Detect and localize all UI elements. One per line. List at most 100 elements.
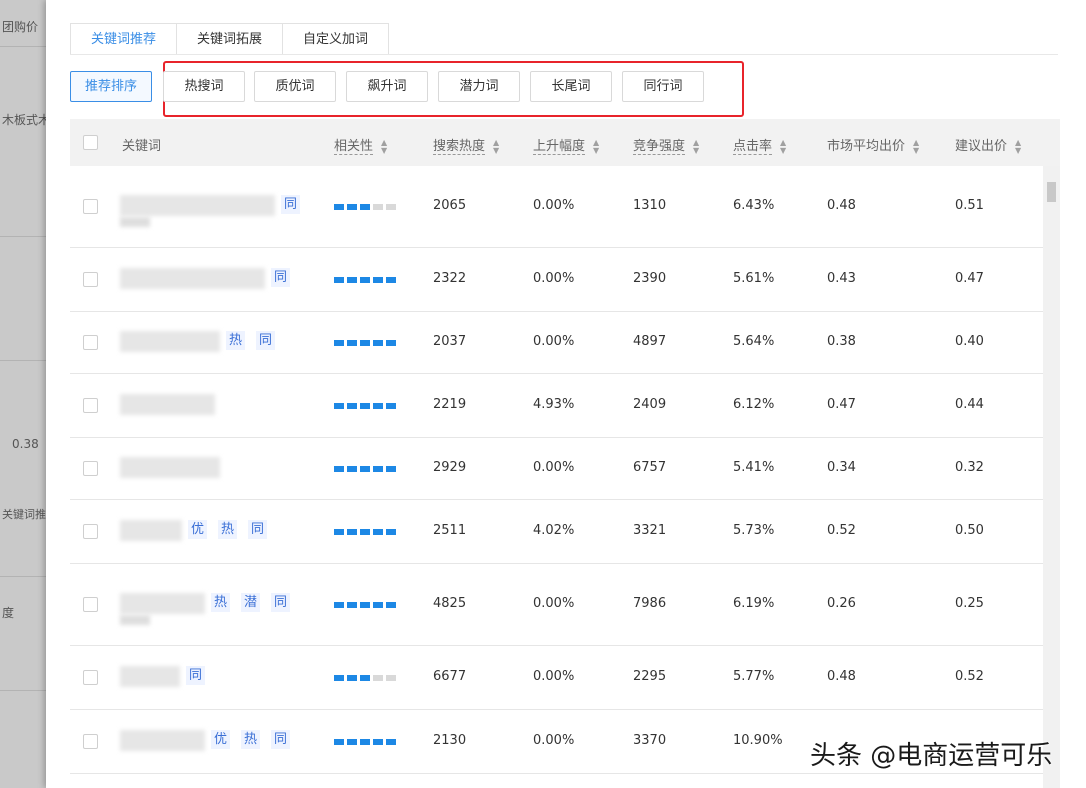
relevance-bar [334, 466, 396, 472]
table-row[interactable]: 热同 2037 0.00% 4897 5.64% 0.38 0.40 [70, 312, 1044, 374]
keyword-redacted [120, 593, 205, 614]
row-checkbox[interactable] [83, 272, 98, 287]
bg-divider [0, 690, 46, 691]
relevance-segment [386, 675, 396, 681]
keyword-tag: 优 [188, 520, 208, 539]
ctr-cell: 5.64% [733, 334, 775, 349]
relevance-segment [334, 466, 344, 472]
keyword-redacted [120, 615, 150, 625]
keyword-tag: 同 [271, 268, 291, 287]
row-checkbox[interactable] [83, 597, 98, 612]
competition-cell: 7986 [633, 596, 667, 611]
tab-bar: 关键词推荐 关键词拓展 自定义加词 [70, 23, 390, 55]
rise-cell: 4.02% [533, 523, 575, 538]
table-row[interactable]: 2929 0.00% 6757 5.41% 0.34 0.32 [70, 438, 1044, 500]
keyword-tag: 热 [211, 593, 231, 612]
relevance-segment [373, 675, 383, 681]
avg-bid-cell: 0.43 [827, 271, 856, 286]
sort-icon[interactable]: ▲ ▼ [693, 138, 699, 155]
header-keyword: 关键词 [122, 139, 162, 154]
row-checkbox[interactable] [83, 199, 98, 214]
search-heat-cell: 2929 [433, 460, 467, 475]
table-row[interactable]: 同 2065 0.00% 1310 6.43% 0.48 0.51 [70, 166, 1044, 248]
ctr-cell: 5.61% [733, 271, 775, 286]
relevance-segment [386, 529, 396, 535]
ctr-cell: 5.41% [733, 460, 775, 475]
sort-icon[interactable]: ▲ ▼ [593, 138, 599, 155]
relevance-segment [360, 403, 370, 409]
bg-divider [0, 576, 46, 577]
table-row[interactable]: 同 2322 0.00% 2390 5.61% 0.43 0.47 [70, 248, 1044, 312]
header-search-heat[interactable]: 搜索热度 ▲ ▼ [433, 135, 499, 155]
filter-peer-button[interactable]: 同行词 [622, 71, 704, 102]
header-avg-bid[interactable]: 市场平均出价 ▲ ▼ [827, 135, 919, 155]
filter-long-tail-button[interactable]: 长尾词 [530, 71, 612, 102]
bg-text: 关键词推荐 [2, 508, 46, 521]
row-checkbox[interactable] [83, 734, 98, 749]
keyword-redacted [120, 217, 150, 227]
relevance-segment [386, 277, 396, 283]
tab-keyword-expand[interactable]: 关键词拓展 [177, 23, 284, 55]
relevance-segment [360, 340, 370, 346]
tab-custom-add[interactable]: 自定义加词 [283, 23, 390, 55]
row-checkbox[interactable] [83, 335, 98, 350]
table-scrollbar[interactable] [1043, 166, 1060, 788]
table-row[interactable]: 热潜同 4825 0.00% 7986 6.19% 0.26 0.25 [70, 564, 1044, 646]
table-row[interactable]: 2219 4.93% 2409 6.12% 0.47 0.44 [70, 374, 1044, 438]
row-checkbox[interactable] [83, 398, 98, 413]
header-ctr[interactable]: 点击率 ▲ ▼ [733, 135, 786, 155]
bg-divider [0, 360, 46, 361]
search-heat-cell: 2130 [433, 733, 467, 748]
keyword-redacted [120, 195, 275, 216]
header-suggested-bid[interactable]: 建议出价 ▲ ▼ [955, 135, 1021, 155]
search-heat-cell: 6677 [433, 669, 467, 684]
filter-potential-button[interactable]: 潜力词 [438, 71, 520, 102]
relevance-segment [386, 602, 396, 608]
sort-icon[interactable]: ▲ ▼ [913, 138, 919, 155]
ctr-cell: 6.12% [733, 397, 775, 412]
relevance-segment [373, 277, 383, 283]
bg-text: 度 [2, 606, 15, 620]
competition-cell: 3321 [633, 523, 667, 538]
row-checkbox[interactable] [83, 524, 98, 539]
table-header: 关键词 相关性 ▲ ▼ 搜索热度 ▲ ▼ 上升幅度 ▲ ▼ 竞争强度 ▲ ▼ 点击率 ▲ ▼ 市场平… [70, 119, 1060, 166]
row-checkbox[interactable] [83, 670, 98, 685]
sort-icon[interactable]: ▲ ▼ [493, 138, 499, 155]
recommend-sort-button[interactable]: 推荐排序 [70, 71, 152, 102]
header-competition[interactable]: 竞争强度 ▲ ▼ [633, 135, 699, 155]
suggested-bid-cell: 0.47 [955, 271, 984, 286]
relevance-bar [334, 403, 396, 409]
relevance-segment [347, 675, 357, 681]
header-rise[interactable]: 上升幅度 ▲ ▼ [533, 135, 599, 155]
relevance-segment [373, 739, 383, 745]
ctr-cell: 10.90% [733, 733, 783, 748]
table-body: 同 2065 0.00% 1310 6.43% 0.48 0.51 同 2322 0.00% 239… [70, 166, 1044, 788]
keyword-redacted [120, 730, 205, 751]
rise-cell: 0.00% [533, 596, 575, 611]
relevance-segment [347, 739, 357, 745]
competition-cell: 2390 [633, 271, 667, 286]
table-row[interactable]: 同 6677 0.00% 2295 5.77% 0.48 0.52 [70, 646, 1044, 710]
keyword-tag: 同 [271, 730, 291, 749]
sort-icon[interactable]: ▲ ▼ [381, 138, 387, 155]
scrollbar-thumb[interactable] [1047, 182, 1056, 202]
keyword-tag: 优 [211, 730, 231, 749]
rise-cell: 4.93% [533, 397, 575, 412]
header-relevance[interactable]: 相关性 ▲ ▼ [334, 135, 387, 155]
sort-icon[interactable]: ▲ ▼ [780, 138, 786, 155]
table-row[interactable]: 优热同 2511 4.02% 3321 5.73% 0.52 0.50 [70, 500, 1044, 564]
competition-cell: 2295 [633, 669, 667, 684]
relevance-segment [386, 340, 396, 346]
filter-rising-button[interactable]: 飙升词 [346, 71, 428, 102]
row-checkbox[interactable] [83, 461, 98, 476]
keyword-tag: 同 [271, 593, 291, 612]
tab-keyword-recommend[interactable]: 关键词推荐 [70, 23, 178, 55]
sort-icon[interactable]: ▲ ▼ [1015, 138, 1021, 155]
filter-quality-button[interactable]: 质优词 [254, 71, 336, 102]
select-all-checkbox[interactable] [83, 135, 98, 150]
relevance-segment [347, 340, 357, 346]
relevance-bar [334, 675, 396, 681]
filter-hot-search-button[interactable]: 热搜词 [163, 71, 245, 102]
rise-cell: 0.00% [533, 271, 575, 286]
header-suggested-bid-label: 建议出价 [955, 139, 1008, 154]
